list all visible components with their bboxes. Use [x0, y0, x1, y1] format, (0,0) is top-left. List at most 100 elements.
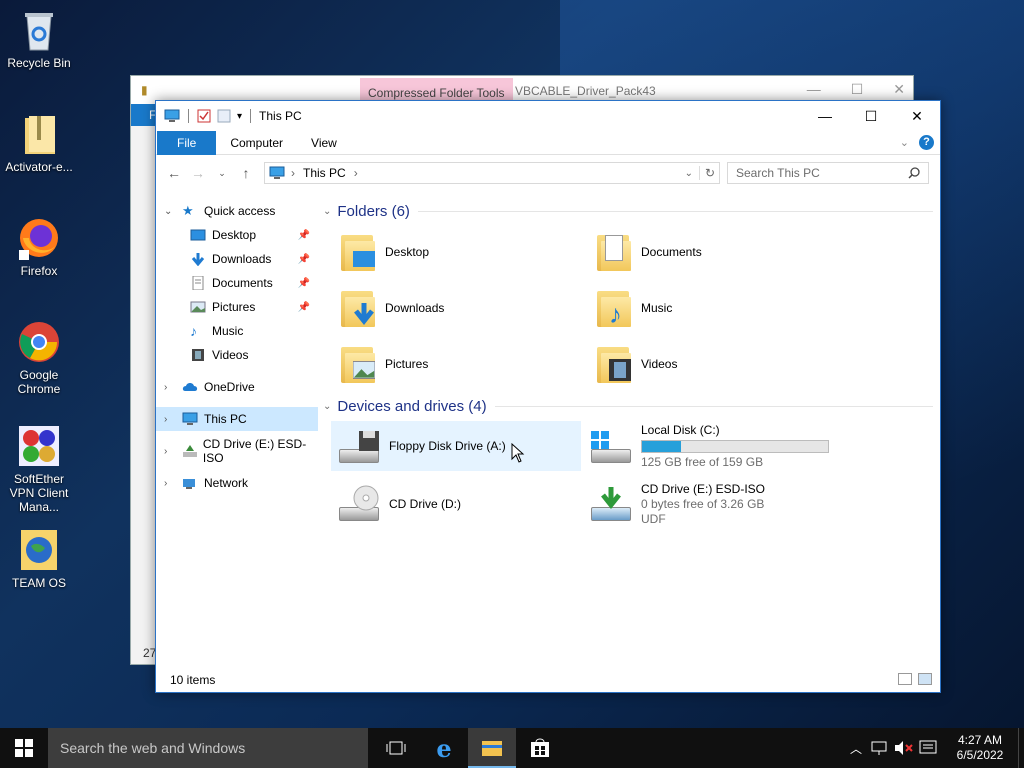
sidebar-item-onedrive[interactable]: › OneDrive [156, 375, 318, 399]
explorer-window[interactable]: ▾ This PC — ☐ ✕ File Computer View ⌄ ? ←… [155, 100, 941, 693]
forward-arrow-icon[interactable]: → [186, 165, 210, 181]
recycle-bin-icon [17, 8, 61, 52]
desktop-icon-firefox[interactable]: Firefox [1, 216, 77, 278]
background-file-tab[interactable]: F [131, 104, 157, 126]
search-placeholder: Search This PC [736, 166, 820, 180]
chevron-down-icon[interactable]: ⌄ [164, 206, 172, 217]
download-arrow-icon [191, 253, 205, 266]
chevron-right-icon[interactable]: › [164, 414, 167, 425]
desktop-icon-chrome[interactable]: Google Chrome [1, 320, 77, 396]
drive-label: Floppy Disk Drive (A:) [389, 439, 506, 453]
taskbar-store[interactable] [516, 728, 564, 768]
expand-ribbon-icon[interactable]: ⌄ [900, 136, 909, 149]
show-hidden-icons-icon[interactable]: ︿ [844, 740, 868, 757]
chevron-down-icon[interactable]: ⌄ [323, 206, 331, 217]
sidebar-item-label: Desktop [212, 228, 257, 242]
drive-tile-cd-d[interactable]: CD Drive (D:) [331, 479, 581, 529]
address-dropdown-icon[interactable]: ⌄ [685, 168, 693, 179]
search-input[interactable]: Search This PC [727, 162, 929, 184]
folder-tile-desktop[interactable]: Desktop [327, 229, 573, 275]
taskbar-edge[interactable]: e [420, 728, 468, 768]
sidebar-item-desktop[interactable]: Desktop 📌 [156, 223, 318, 247]
navigation-pane: ⌄ ★ Quick access Desktop 📌 Downloads 📌 D… [156, 199, 318, 669]
chevron-down-icon[interactable]: ⌄ [323, 401, 331, 412]
desktop-icon-activator[interactable]: Activator-e... [1, 112, 77, 174]
desktop-icon-team-os[interactable]: TEAM OS [1, 528, 77, 590]
help-icon[interactable]: ? [919, 135, 934, 150]
network-status-icon[interactable] [868, 740, 892, 756]
maximize-icon[interactable]: ☐ [851, 81, 864, 98]
pin-icon[interactable]: 📌 [298, 302, 310, 313]
minimize-icon[interactable]: — [807, 81, 821, 98]
recent-locations-icon[interactable]: ⌄ [210, 168, 234, 179]
devices-group-header[interactable]: ⌄ Devices and drives (4) [321, 394, 933, 418]
maximize-button[interactable]: ☐ [848, 101, 894, 131]
tab-file[interactable]: File [157, 130, 217, 155]
chevron-right-icon[interactable]: › [164, 382, 167, 393]
back-arrow-icon[interactable]: ← [162, 165, 186, 181]
folder-tile-downloads[interactable]: Downloads [327, 285, 573, 331]
taskbar-file-explorer[interactable] [468, 728, 516, 768]
sidebar-item-label: Videos [212, 348, 249, 362]
volume-muted-icon[interactable] [892, 740, 916, 756]
drive-tile-floppy[interactable]: Floppy Disk Drive (A:) [331, 421, 581, 471]
drive-free-space: 125 GB free of 159 GB [641, 454, 764, 469]
close-button[interactable]: ✕ [894, 101, 940, 131]
tab-computer[interactable]: Computer [216, 131, 297, 155]
chevron-right-icon[interactable]: › [164, 446, 167, 457]
sidebar-item-label: Pictures [212, 300, 256, 314]
desktop-icon [190, 229, 206, 241]
pin-icon[interactable]: 📌 [298, 278, 310, 289]
folder-label: Music [641, 301, 673, 315]
new-folder-icon[interactable] [217, 109, 231, 123]
breadcrumb-separator-icon[interactable]: › [354, 166, 358, 180]
notifications-icon[interactable] [916, 740, 942, 756]
close-icon[interactable]: ✕ [893, 81, 905, 98]
pin-icon[interactable]: 📌 [298, 254, 310, 265]
minimize-button[interactable]: — [802, 101, 848, 131]
desktop-icon-recycle-bin[interactable]: Recycle Bin [1, 8, 77, 70]
up-arrow-icon[interactable]: ↑ [234, 165, 258, 181]
start-button[interactable] [0, 728, 48, 768]
breadcrumb-this-pc[interactable]: This PC [303, 166, 346, 180]
details-view-icon[interactable] [898, 673, 912, 685]
window-title: This PC [259, 109, 302, 123]
sidebar-item-quick-access[interactable]: ⌄ ★ Quick access [156, 199, 318, 223]
picture-icon [190, 301, 206, 313]
folders-group-header[interactable]: ⌄ Folders (6) [321, 199, 933, 223]
show-desktop-button[interactable] [1018, 728, 1024, 768]
sidebar-item-downloads[interactable]: Downloads 📌 [156, 247, 318, 271]
background-window-controls[interactable]: — ☐ ✕ [807, 81, 905, 98]
breadcrumb-separator-icon[interactable]: › [291, 166, 295, 180]
large-icons-view-icon[interactable] [918, 673, 932, 685]
task-view-button[interactable] [372, 728, 420, 768]
sidebar-item-music[interactable]: ♪ Music [156, 319, 318, 343]
folder-tile-documents[interactable]: Documents [583, 229, 829, 275]
drive-tile-local-c[interactable]: Local Disk (C:) 125 GB free of 159 GB [583, 421, 883, 471]
customize-toolbar-icon[interactable]: ▾ [237, 111, 242, 122]
folder-tile-pictures[interactable]: Pictures [327, 341, 573, 387]
pin-icon[interactable]: 📌 [298, 230, 310, 241]
properties-icon[interactable] [197, 109, 211, 123]
sidebar-item-network[interactable]: › Network [156, 471, 318, 495]
titlebar[interactable]: ▾ This PC — ☐ ✕ [156, 101, 940, 131]
folder-tile-music[interactable]: ♪ Music [583, 285, 829, 331]
sidebar-item-this-pc[interactable]: › This PC [156, 407, 318, 431]
sidebar-item-pictures[interactable]: Pictures 📌 [156, 295, 318, 319]
sidebar-item-videos[interactable]: Videos [156, 343, 318, 367]
refresh-icon[interactable]: ↻ [698, 166, 715, 180]
sidebar-item-documents[interactable]: Documents 📌 [156, 271, 318, 295]
drive-tile-cd-e[interactable]: CD Drive (E:) ESD-ISO 0 bytes free of 3.… [583, 479, 883, 529]
address-bar[interactable]: › This PC › ⌄ ↻ [264, 162, 720, 184]
folder-pictures-icon [339, 343, 379, 385]
clock[interactable]: 4:27 AM 6/5/2022 [942, 733, 1018, 763]
edge-icon: e [436, 733, 452, 763]
desktop-icon-softether[interactable]: SoftEther VPN Client Mana... [1, 424, 77, 514]
folder-downloads-icon [339, 287, 379, 329]
tab-view[interactable]: View [297, 131, 351, 155]
sidebar-item-cd-drive-e[interactable]: › CD Drive (E:) ESD-ISO [156, 437, 318, 465]
chevron-right-icon[interactable]: › [164, 478, 167, 489]
folder-label: Documents [641, 245, 702, 259]
taskbar-search-box[interactable]: Search the web and Windows [48, 728, 368, 768]
folder-tile-videos[interactable]: Videos [583, 341, 829, 387]
